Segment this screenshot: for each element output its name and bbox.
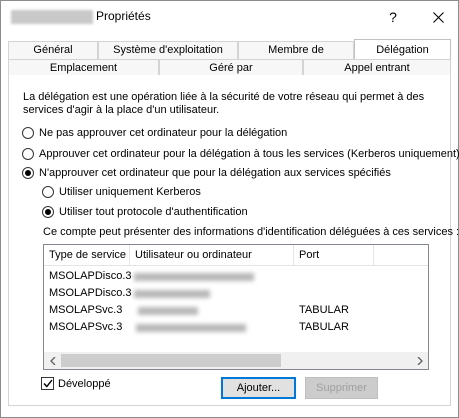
close-button[interactable] [424,5,452,29]
option-kerberos-only[interactable]: Utiliser uniquement Kerberos [42,186,201,198]
service-type-cell: MSOLAPSvc.3 [49,304,123,316]
checkmark-icon [42,379,53,388]
radio-button-selected[interactable] [42,206,54,218]
horizontal-scrollbar[interactable] [44,352,428,369]
close-icon [432,11,444,23]
window-title: Propriétés [96,9,151,23]
service-type-cell: MSOLAPSvc.3 [49,321,123,333]
option-no-delegation[interactable]: Ne pas approuver cet ordinateur pour la … [22,127,287,139]
tab-general[interactable]: Général [8,41,98,59]
option-label: N'approuver cet ordinateur que pour la d… [39,167,391,179]
scroll-right-button[interactable] [411,352,428,369]
remove-button[interactable]: Supprimer [305,377,378,399]
expanded-checkbox-row[interactable]: Développé [41,377,111,390]
redacted-host [134,290,210,298]
port-cell: TABULAR [299,321,349,333]
tab-delegation[interactable]: Délégation [354,39,451,60]
port-cell: TABULAR [299,304,349,316]
radio-dot [45,209,51,215]
radio-button[interactable] [42,186,54,198]
list-row[interactable]: MSOLAPDisco.3 [44,268,428,285]
add-button[interactable]: Ajouter... [221,377,296,399]
tab-operating-system[interactable]: Système d'exploitation [98,41,238,59]
column-header-user-or-computer[interactable]: Utilisateur ou ordinateur [130,245,294,266]
chevron-right-icon [417,356,423,365]
service-type-cell: MSOLAPDisco.3 [49,287,132,299]
chevron-left-icon [49,356,55,365]
option-label: Ne pas approuver cet ordinateur pour la … [39,127,288,139]
redacted-computer-name [11,10,93,24]
redacted-host [138,307,198,315]
option-label: Utiliser uniquement Kerberos [59,186,201,198]
column-header-port[interactable]: Port [294,245,374,266]
option-delegate-all-services[interactable]: Approuver cet ordinateur pour la délégat… [22,148,459,160]
radio-dot [25,170,31,176]
expanded-label: Développé [58,377,111,390]
services-list[interactable]: Type de service Utilisateur ou ordinateu… [43,244,429,370]
tab-member-of[interactable]: Membre de [238,41,354,59]
option-label: Approuver cet ordinateur pour la délégat… [39,148,459,160]
option-delegate-specified-services[interactable]: N'approuver cet ordinateur que pour la d… [22,167,391,179]
list-row[interactable]: MSOLAPSvc.3 TABULAR [44,319,428,336]
service-type-cell: MSOLAPDisco.3 [49,270,132,282]
title-bar: Propriétés ? [1,1,458,33]
services-list-label: Ce compte peut présenter des information… [43,226,459,238]
scroll-left-button[interactable] [44,352,61,369]
radio-button-selected[interactable] [22,167,34,179]
option-label: Utiliser tout protocole d'authentificati… [59,206,248,218]
expanded-checkbox[interactable] [41,377,54,390]
column-header-service-type[interactable]: Type de service [44,245,130,266]
radio-button[interactable] [22,127,34,139]
list-header: Type de service Utilisateur ou ordinateu… [44,245,428,266]
redacted-host [134,273,254,281]
help-button[interactable]: ? [381,5,405,29]
scrollbar-thumb[interactable] [61,354,281,367]
option-any-auth-protocol[interactable]: Utiliser tout protocole d'authentificati… [42,206,248,218]
delegation-description: La délégation est une opération liée à l… [23,91,425,116]
redacted-host [136,324,246,332]
properties-dialog: Propriétés ? Général Système d'exploitat… [0,0,459,418]
list-row[interactable]: MSOLAPSvc.3 TABULAR [44,302,428,319]
list-row[interactable]: MSOLAPDisco.3 [44,285,428,302]
radio-button[interactable] [22,148,34,160]
